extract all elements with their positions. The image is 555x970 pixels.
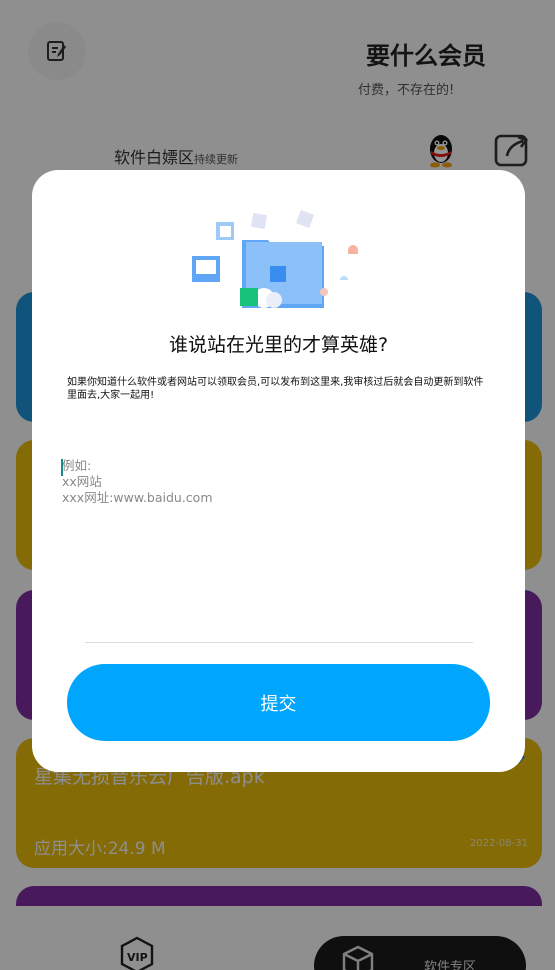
folder-illustration (192, 210, 358, 308)
dialog-description: 如果你知道什么软件或者网站可以领取会员,可以发布到这里来,我审核过后就会自动更新… (67, 377, 484, 401)
submit-button[interactable]: 提交 (67, 664, 490, 741)
dialog-title: 谁说站在光里的才算英雄? (168, 334, 389, 356)
submit-dialog: 谁说站在光里的才算英雄? 如果你知道什么软件或者网站可以领取会员,可以发布到这里… (32, 170, 525, 772)
input-underline (85, 642, 473, 643)
text-cursor (61, 459, 63, 476)
submission-input[interactable] (62, 458, 495, 638)
